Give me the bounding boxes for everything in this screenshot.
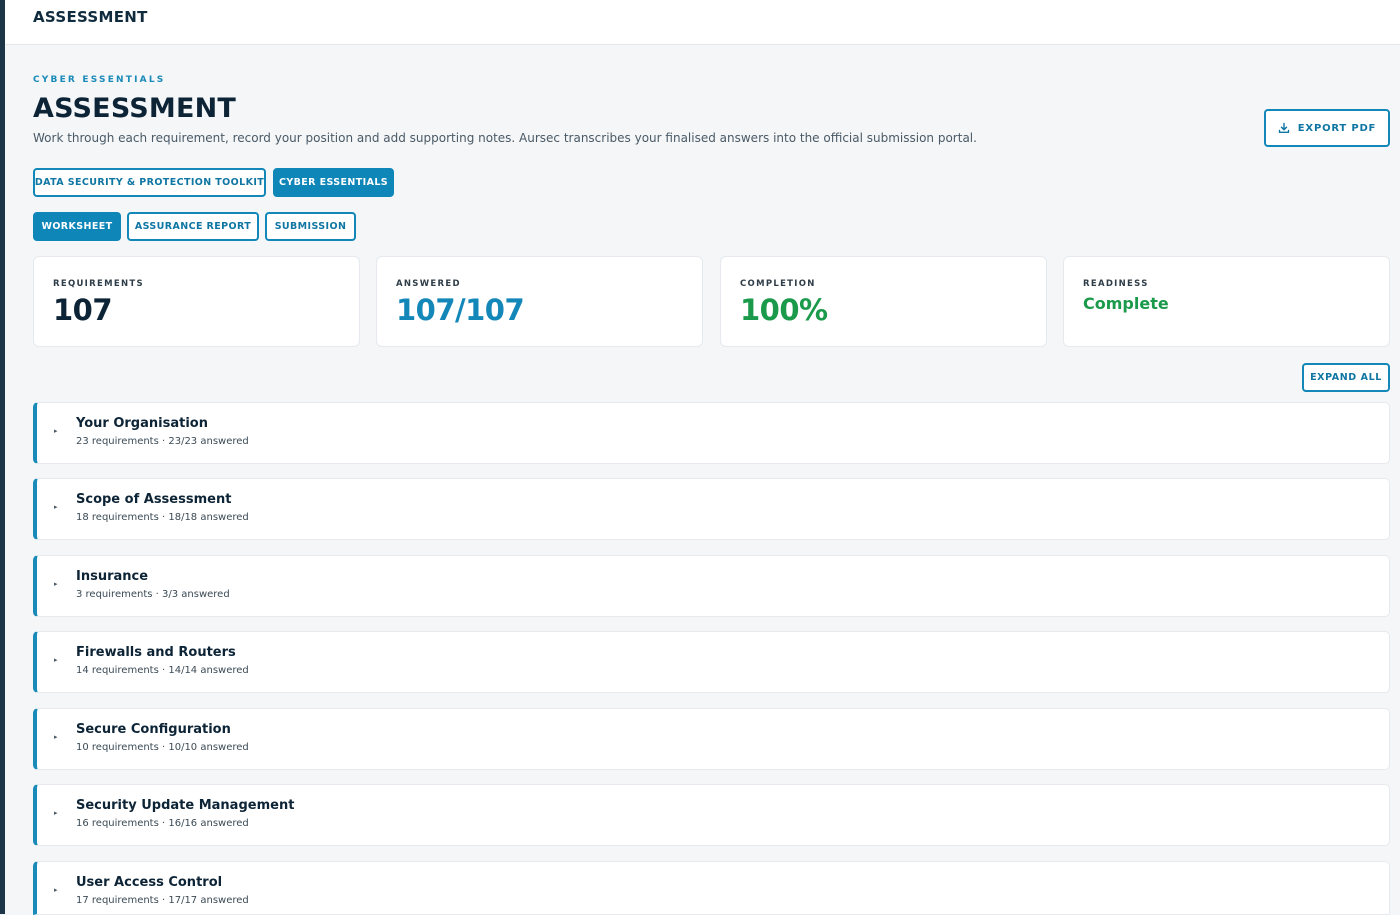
section-meta: 14 requirements · 14/14 answered — [76, 665, 249, 676]
section-title: Insurance — [76, 569, 149, 584]
section-meta: 23 requirements · 23/23 answered — [76, 436, 249, 447]
top-bar: ASSESSMENT — [5, 0, 1400, 45]
export-pdf-button[interactable]: EXPORT PDF — [1264, 109, 1390, 147]
caret-right-icon: ▸ — [54, 427, 58, 435]
section-row[interactable]: ▸ Secure Configuration 10 requirements ·… — [33, 708, 1390, 770]
page-subtitle: Work through each requirement, record yo… — [33, 131, 977, 145]
section-title: User Access Control — [76, 875, 223, 890]
page-eyebrow: CYBER ESSENTIALS — [33, 75, 166, 85]
tab-cyber-essentials[interactable]: CYBER ESSENTIALS — [273, 168, 394, 197]
download-icon — [1278, 122, 1289, 133]
stat-label: ANSWERED — [396, 279, 461, 289]
caret-right-icon: ▸ — [54, 580, 58, 588]
caret-right-icon: ▸ — [54, 503, 58, 511]
stat-card-requirements: REQUIREMENTS 107 — [33, 256, 360, 347]
tab-assurance-report[interactable]: ASSURANCE REPORT — [127, 212, 259, 241]
section-title: Your Organisation — [76, 416, 208, 431]
topbar-title: ASSESSMENT — [33, 8, 148, 26]
tab-dspt-label: DATA SECURITY & PROTECTION TOOLKIT — [34, 177, 265, 188]
tab-submission[interactable]: SUBMISSION — [265, 212, 356, 241]
section-row[interactable]: ▸ Security Update Management 16 requirem… — [33, 784, 1390, 846]
page-title: ASSESSMENT — [33, 93, 237, 124]
stat-card-answered: ANSWERED 107/107 — [376, 256, 703, 347]
section-meta: 3 requirements · 3/3 answered — [76, 589, 230, 600]
section-meta: 17 requirements · 17/17 answered — [76, 895, 249, 906]
caret-right-icon: ▸ — [54, 656, 58, 664]
tab-dspt[interactable]: DATA SECURITY & PROTECTION TOOLKIT — [33, 168, 266, 197]
section-row[interactable]: ▸ Your Organisation 23 requirements · 23… — [33, 402, 1390, 464]
section-title: Secure Configuration — [76, 722, 231, 737]
stat-value: 107/107 — [396, 293, 525, 327]
section-title: Scope of Assessment — [76, 492, 232, 507]
expand-all-label: EXPAND ALL — [1310, 372, 1382, 383]
left-rail — [0, 0, 5, 914]
section-meta: 18 requirements · 18/18 answered — [76, 512, 249, 523]
tab-assurance-report-label: ASSURANCE REPORT — [134, 221, 252, 232]
section-title: Firewalls and Routers — [76, 645, 236, 660]
tab-worksheet-label: WORKSHEET — [41, 221, 113, 232]
section-title: Security Update Management — [76, 798, 295, 813]
stat-label: COMPLETION — [740, 279, 816, 289]
tab-submission-label: SUBMISSION — [274, 221, 347, 232]
stat-label: READINESS — [1083, 279, 1149, 289]
stat-card-completion: COMPLETION 100% — [720, 256, 1047, 347]
section-row[interactable]: ▸ Scope of Assessment 18 requirements · … — [33, 478, 1390, 540]
caret-right-icon: ▸ — [54, 886, 58, 894]
stat-value: 107 — [53, 293, 113, 327]
stat-card-readiness: READINESS Complete — [1063, 256, 1390, 347]
expand-all-button[interactable]: EXPAND ALL — [1302, 363, 1390, 392]
export-pdf-label: EXPORT PDF — [1297, 122, 1377, 134]
section-row[interactable]: ▸ User Access Control 17 requirements · … — [33, 861, 1390, 915]
tab-cyber-essentials-label: CYBER ESSENTIALS — [278, 177, 389, 188]
stat-label: REQUIREMENTS — [53, 279, 144, 289]
section-meta: 10 requirements · 10/10 answered — [76, 742, 249, 753]
stat-value: 100% — [740, 293, 828, 327]
caret-right-icon: ▸ — [54, 733, 58, 741]
stat-value: Complete — [1083, 294, 1169, 313]
caret-right-icon: ▸ — [54, 809, 58, 817]
section-row[interactable]: ▸ Firewalls and Routers 14 requirements … — [33, 631, 1390, 693]
tab-worksheet[interactable]: WORKSHEET — [33, 212, 121, 241]
section-meta: 16 requirements · 16/16 answered — [76, 818, 249, 829]
section-row[interactable]: ▸ Insurance 3 requirements · 3/3 answere… — [33, 555, 1390, 617]
